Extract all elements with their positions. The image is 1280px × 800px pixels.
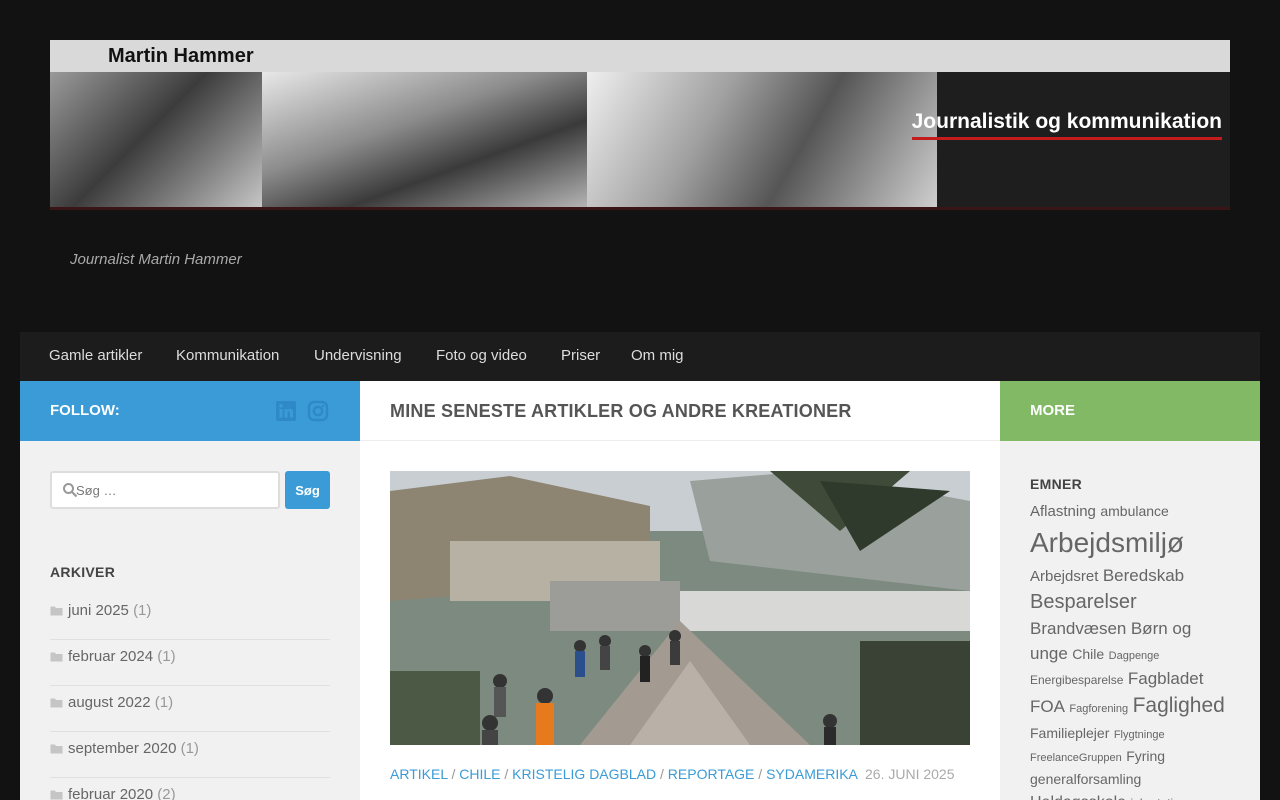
category-link-reportage[interactable]: REPORTAGE [668,766,755,782]
archive-label: september 2020 [68,740,177,757]
tag-link[interactable]: Arbejdsret [1030,568,1098,585]
tag-link[interactable]: Chile [1072,646,1104,662]
archive-link[interactable]: juni 2025 (1) [68,602,151,619]
archive-label: februar 2024 [68,648,154,665]
page-title: MINE SENESTE ARTIKLER OG ANDRE KREATIONE… [390,401,852,421]
post-date: 26. JUNI 2025 [865,766,955,782]
archive-label: februar 2020 [68,786,154,800]
featured-photo [390,471,970,745]
more-bar: MORE [1000,381,1260,441]
nav-item-foto-og-video[interactable]: Foto og video [436,347,527,364]
main-navigation: Gamle artikler Kommunikation Undervisnin… [20,332,1260,381]
archive-link[interactable]: august 2022 (1) [68,694,173,711]
archive-label: august 2022 [68,694,151,711]
archive-count: (1) [154,694,174,711]
archive-link[interactable]: september 2020 (1) [68,740,199,757]
page-title-bar: MINE SENESTE ARTIKLER OG ANDRE KREATIONE… [360,381,1000,441]
archives-title: ARKIVER [50,564,116,580]
category-link-chile[interactable]: CHILE [459,766,500,782]
follow-bar: FOLLOW: [20,381,360,441]
category-link-sydamerika[interactable]: SYDAMERIKA [766,766,857,782]
tag-link[interactable]: Energibesparelse [1030,673,1123,687]
tag-link[interactable]: Brandvæsen [1030,619,1126,638]
archive-count: (1) [180,740,199,757]
folder-icon [50,698,63,708]
tag-link[interactable]: Faglighed [1133,694,1225,717]
nav-item-kommunikation[interactable]: Kommunikation [176,347,279,364]
archive-count: (1) [133,602,152,619]
tag-link[interactable]: Arbejdsmiljø [1030,527,1184,558]
folder-icon [50,744,63,754]
banner-photo-2 [262,72,587,207]
list-item: juni 2025 (1) [50,594,330,640]
folder-icon [50,652,63,662]
instagram-icon[interactable] [307,400,329,422]
linkedin-icon[interactable] [275,400,297,422]
archive-count: (1) [157,648,176,665]
archive-count: (2) [157,786,176,800]
tag-link[interactable]: jobrotation [1131,796,1187,800]
tag-link[interactable]: FreelanceGruppen [1030,752,1122,764]
archive-link[interactable]: februar 2020 (2) [68,786,176,800]
banner-name: Martin Hammer [108,45,254,67]
tag-link[interactable]: Heldagsskole [1030,794,1126,800]
tag-link[interactable]: ambulance [1100,503,1169,519]
tag-link[interactable]: Fagbladet [1128,669,1204,688]
tag-link[interactable]: Aflastning [1030,503,1096,520]
archives-list: juni 2025 (1) februar 2024 (1) august 20… [50,594,330,800]
right-sidebar: EMNER Aflastning ambulance Arbejdsmiljø … [1000,441,1260,800]
search-input[interactable] [76,479,272,501]
archive-link[interactable]: februar 2024 (1) [68,648,176,665]
tag-link[interactable]: Fyring [1126,748,1165,764]
nav-item-gamle-artikler[interactable]: Gamle artikler [49,347,142,364]
tag-link[interactable]: Familieplejer [1030,725,1109,741]
list-item: februar 2020 (2) [50,778,330,800]
tag-link[interactable]: generalforsamling [1030,771,1141,787]
post-meta: ARTIKEL / CHILE / KRISTELIG DAGBLAD / RE… [390,766,955,782]
tag-link[interactable]: Fagforening [1069,703,1128,715]
list-item: september 2020 (1) [50,732,330,778]
banner-photo-3 [587,72,937,207]
list-item: august 2022 (1) [50,686,330,732]
list-item: februar 2024 (1) [50,640,330,686]
tag-link[interactable]: Beredskab [1103,566,1184,585]
meta-separator: / [451,766,456,782]
meta-separator: / [758,766,763,782]
tag-link[interactable]: FOA [1030,697,1065,716]
category-link-artikel[interactable]: ARTIKEL [390,766,448,782]
follow-label: FOLLOW: [50,402,120,419]
banner-photo-1 [50,72,262,207]
folder-icon [50,790,63,800]
main-content: ARTIKEL / CHILE / KRISTELIG DAGBLAD / RE… [360,441,1000,800]
archive-label: juni 2025 [68,602,129,619]
banner-tagline: Journalistik og kommunikation [911,110,1222,140]
banner-photo-4 [937,72,1230,207]
search-button[interactable]: Søg [285,471,330,509]
more-label: MORE [1030,402,1075,419]
search-box [50,471,280,509]
tag-cloud: Aflastning ambulance Arbejdsmiljø Arbejd… [1030,500,1230,800]
tag-link[interactable]: Dagpenge [1109,650,1160,662]
nav-item-undervisning[interactable]: Undervisning [314,347,402,364]
nav-item-om-mig[interactable]: Om mig [631,347,684,364]
left-sidebar: Søg ARKIVER juni 2025 (1) februar 2024 (… [20,441,360,800]
nav-item-priser[interactable]: Priser [561,347,600,364]
tag-link[interactable]: Flygtninge [1114,729,1165,741]
site-description: Journalist Martin Hammer [70,251,242,268]
folder-icon [50,606,63,616]
meta-separator: / [504,766,509,782]
meta-separator: / [660,766,664,782]
tag-link[interactable]: Besparelser [1030,591,1137,613]
category-link-kristelig-dagblad[interactable]: KRISTELIG DAGBLAD [512,766,656,782]
featured-image[interactable] [390,471,970,745]
emner-title: EMNER [1030,476,1083,492]
header-banner[interactable]: Martin Hammer Journalistik og kommunikat… [50,40,1230,210]
